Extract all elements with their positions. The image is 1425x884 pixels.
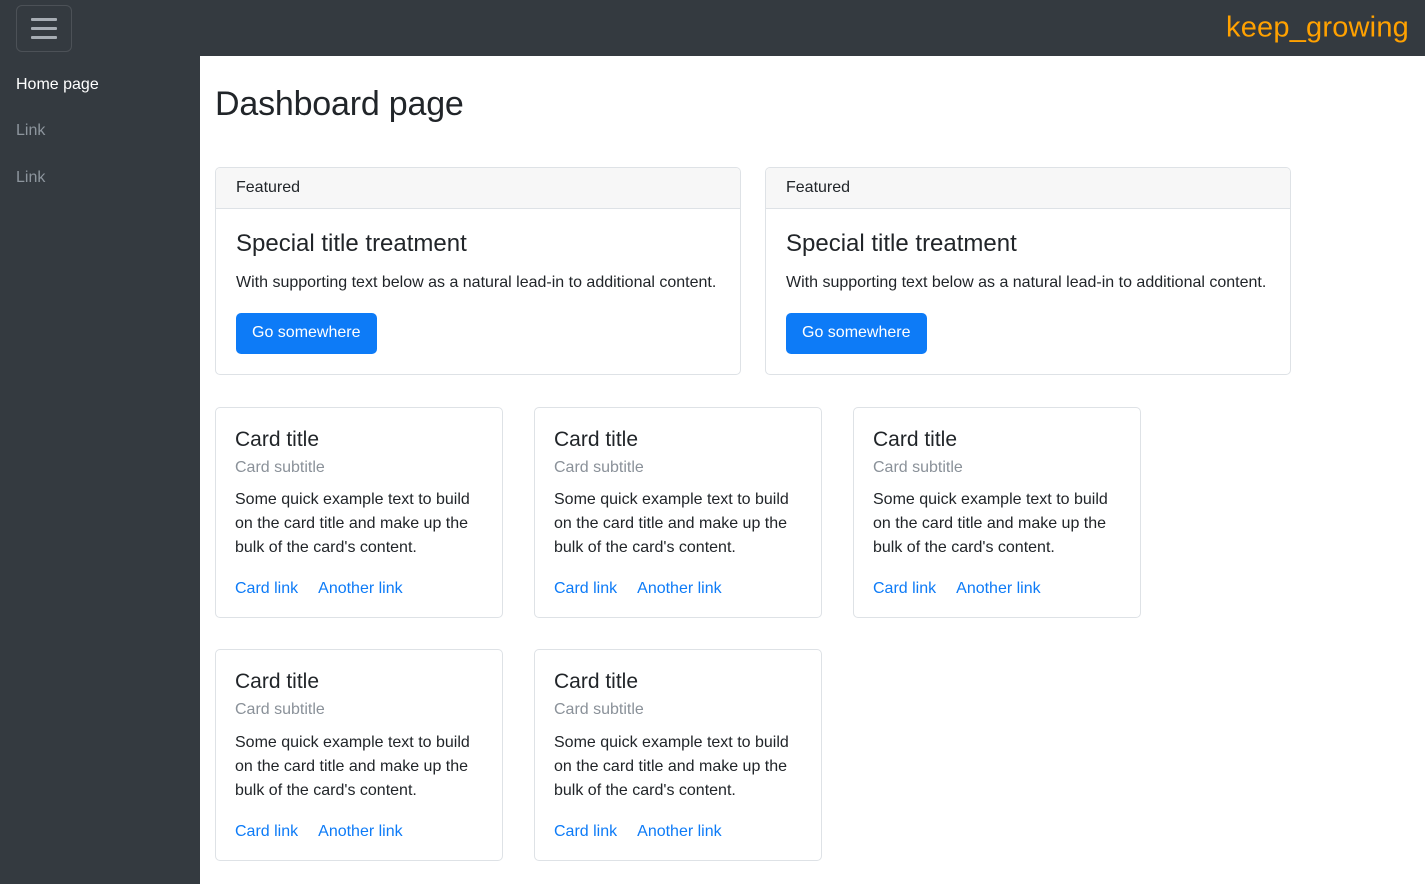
card-links: Card link Another link	[554, 823, 802, 841]
card-title: Card title	[554, 670, 639, 694]
card-links: Card link Another link	[235, 580, 483, 598]
card: Card title Card subtitle Some quick exam…	[215, 406, 503, 619]
featured-card-body: Special title treatment With supporting …	[766, 209, 1290, 374]
card-title: Card title	[873, 427, 958, 451]
card-subtitle: Card subtitle	[554, 458, 644, 476]
card: Card title Card subtitle Some quick exam…	[215, 649, 503, 861]
card-subtitle: Card subtitle	[554, 701, 644, 719]
topbar: keep_growing	[0, 0, 1425, 56]
featured-card: Featured Special title treatment With su…	[215, 166, 741, 375]
card-title: Card title	[235, 670, 320, 694]
card-text: Some quick example text to build on the …	[235, 733, 470, 799]
card-links: Card link Another link	[235, 823, 483, 841]
hamburger-icon-bar	[31, 17, 57, 21]
card-text: Some quick example text to build on the …	[554, 491, 789, 557]
another-link[interactable]: Another link	[637, 580, 722, 598]
featured-card-title: Special title treatment	[786, 229, 1017, 257]
featured-card-row: Featured Special title treatment With su…	[215, 166, 1410, 375]
card-link[interactable]: Card link	[235, 823, 298, 841]
featured-card-header: Featured	[766, 167, 1290, 209]
hamburger-icon-bar	[31, 26, 57, 30]
card-link[interactable]: Card link	[873, 580, 936, 598]
card-links: Card link Another link	[554, 580, 802, 598]
card-text: Some quick example text to build on the …	[235, 491, 470, 557]
sidebar-item-link-1[interactable]: Link	[0, 108, 200, 154]
card-subtitle: Card subtitle	[235, 458, 325, 476]
card-text: Some quick example text to build on the …	[873, 491, 1108, 557]
card-link[interactable]: Card link	[235, 580, 298, 598]
go-somewhere-button[interactable]: Go somewhere	[786, 312, 927, 354]
card: Card title Card subtitle Some quick exam…	[534, 649, 822, 861]
another-link[interactable]: Another link	[637, 823, 722, 841]
featured-card-text: With supporting text below as a natural …	[786, 273, 1267, 291]
another-link[interactable]: Another link	[318, 823, 403, 841]
card-grid: Card title Card subtitle Some quick exam…	[215, 406, 1410, 861]
card-link[interactable]: Card link	[554, 580, 617, 598]
featured-card-header: Featured	[216, 167, 740, 209]
card-title: Card title	[235, 427, 320, 451]
another-link[interactable]: Another link	[956, 580, 1041, 598]
featured-card-title: Special title treatment	[236, 229, 467, 257]
main-content: Dashboard page Featured Special title tr…	[200, 56, 1425, 884]
featured-card: Featured Special title treatment With su…	[765, 166, 1291, 375]
menu-toggle-button[interactable]	[16, 4, 72, 52]
card-text: Some quick example text to build on the …	[554, 733, 789, 799]
sidebar-item-home-page[interactable]: Home page	[0, 62, 200, 108]
sidebar: Home page Link Link	[0, 0, 200, 884]
hamburger-icon-bar	[31, 35, 57, 39]
card: Card title Card subtitle Some quick exam…	[853, 406, 1141, 619]
content-area: Featured Special title treatment With su…	[200, 166, 1425, 861]
page-title: Dashboard page	[215, 85, 464, 123]
card-title: Card title	[554, 427, 639, 451]
card-subtitle: Card subtitle	[235, 701, 325, 719]
sidebar-item-link-2[interactable]: Link	[0, 155, 200, 201]
featured-card-body: Special title treatment With supporting …	[216, 209, 740, 374]
card-link[interactable]: Card link	[554, 823, 617, 841]
card-links: Card link Another link	[873, 580, 1121, 598]
brand-logo[interactable]: keep_growing	[1226, 12, 1409, 45]
featured-card-text: With supporting text below as a natural …	[236, 273, 717, 291]
another-link[interactable]: Another link	[318, 580, 403, 598]
card: Card title Card subtitle Some quick exam…	[534, 406, 822, 619]
go-somewhere-button[interactable]: Go somewhere	[236, 312, 377, 354]
card-subtitle: Card subtitle	[873, 458, 963, 476]
